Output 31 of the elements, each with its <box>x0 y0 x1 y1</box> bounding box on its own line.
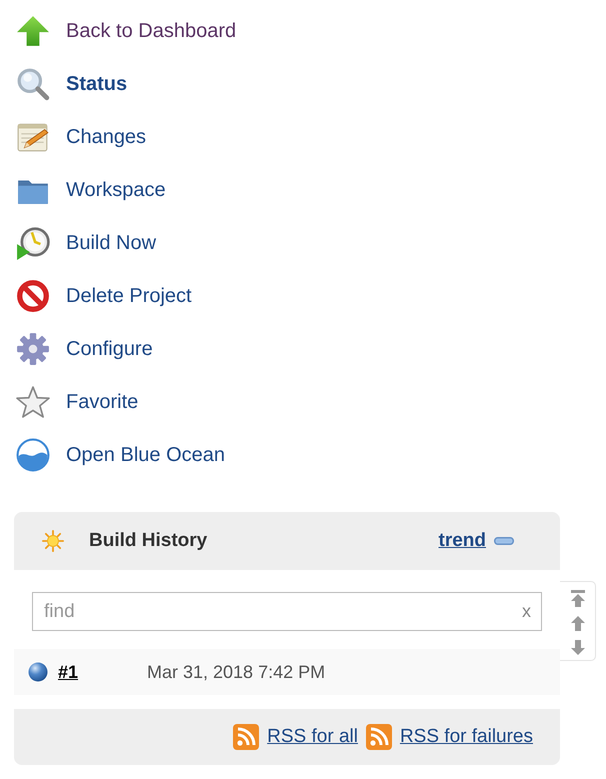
clock-play-icon[interactable] <box>16 226 50 260</box>
up-arrow-icon[interactable] <box>16 14 50 48</box>
sidebar-link[interactable]: Workspace <box>66 178 166 202</box>
panel-title: Build History <box>89 528 208 553</box>
rss-icon[interactable] <box>366 724 392 750</box>
star-icon[interactable] <box>16 384 50 418</box>
sidebar-link[interactable]: Build Now <box>66 230 156 254</box>
trend-link[interactable]: trend <box>438 526 486 556</box>
sidebar-link[interactable]: Delete Project <box>66 284 192 308</box>
sidebar-link[interactable]: Changes <box>66 124 146 148</box>
sidebar-link[interactable]: Open Blue Ocean <box>66 442 225 466</box>
rss-icon[interactable] <box>233 724 260 750</box>
scroll-to-top-icon[interactable] <box>570 590 586 607</box>
build-link[interactable]: #1 <box>58 662 78 682</box>
rss-link[interactable]: RSS for failures <box>400 722 533 752</box>
scroll-up-icon[interactable] <box>570 616 584 631</box>
rss-link[interactable]: RSS for all <box>267 722 358 752</box>
sun-icon <box>42 530 64 552</box>
build-time: Mar 31, 2018 7:42 PM <box>147 660 326 684</box>
sidebar-link[interactable]: Favorite <box>66 390 138 414</box>
no-entry-icon[interactable] <box>16 278 50 312</box>
collapse-icon[interactable] <box>494 537 514 545</box>
gear-icon[interactable] <box>16 332 50 366</box>
water-circle-icon[interactable] <box>16 438 50 472</box>
sidebar-link[interactable]: Configure <box>66 336 153 360</box>
sidebar-link[interactable]: Back to Dashboard <box>66 18 236 42</box>
clear-button[interactable]: x <box>522 600 531 622</box>
magnifier-icon[interactable] <box>16 66 50 100</box>
scroll-down-icon[interactable] <box>570 640 584 655</box>
status-sphere-icon <box>28 662 48 682</box>
sidebar-link[interactable]: Status <box>66 72 128 96</box>
